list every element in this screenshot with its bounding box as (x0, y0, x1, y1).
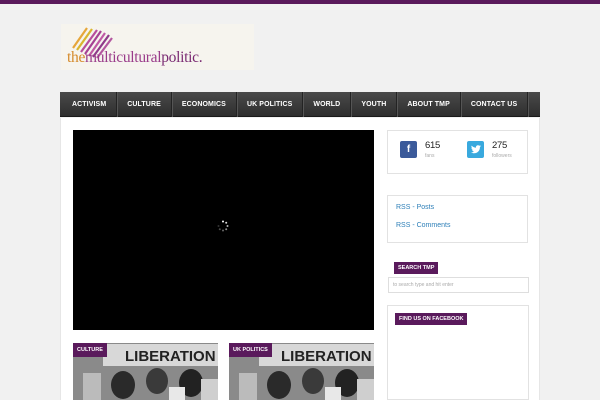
post-category-badge[interactable]: CULTURE (73, 343, 107, 357)
social-counters: f 615 fans 275 followers (387, 130, 528, 174)
twitter-bird-icon (470, 145, 481, 154)
nav-item-world[interactable]: WORLD (303, 91, 352, 117)
twitter-label: followers (492, 153, 512, 159)
main-nav: ACTIVISM CULTURE ECONOMICS UK POLITICS W… (60, 91, 540, 117)
nav-item-activism[interactable]: ACTIVISM (60, 91, 118, 117)
nav-item-culture[interactable]: CULTURE (117, 91, 172, 117)
nav-item-contact-us[interactable]: CONTACT US (461, 91, 529, 117)
loading-spinner-icon (217, 220, 229, 232)
twitter-icon[interactable] (467, 141, 484, 158)
post-card[interactable]: LIBERATION CULTURE (73, 343, 218, 400)
facebook-label: fans (425, 153, 435, 159)
post-image-banner-text: LIBERATION (125, 348, 216, 365)
post-category-badge[interactable]: UK POLITICS (229, 343, 272, 357)
video-player[interactable] (73, 130, 374, 330)
post-image-banner-text: LIBERATION (281, 348, 372, 365)
top-accent-bar (0, 0, 600, 4)
rss-widget: RSS - Posts RSS - Comments (387, 195, 528, 243)
logo-text-politic: politic. (161, 49, 203, 66)
search-widget-title: SEARCH TMP (394, 262, 439, 274)
facebook-count: 615 (425, 140, 440, 151)
search-input[interactable] (388, 277, 529, 293)
facebook-widget-title: FIND US ON FACEBOOK (395, 313, 468, 325)
nav-item-youth[interactable]: YOUTH (351, 91, 398, 117)
nav-item-economics[interactable]: ECONOMICS (172, 91, 237, 117)
nav-item-about-tmp[interactable]: ABOUT TMP (397, 91, 461, 117)
facebook-icon[interactable]: f (400, 141, 417, 158)
logo-text: themulticulturalpolitic. (67, 49, 203, 67)
logo-text-multicultural: multicultural (85, 49, 162, 66)
logo-text-the: the (67, 49, 86, 66)
post-card[interactable]: LIBERATION UK POLITICS (229, 343, 374, 400)
rss-posts-link[interactable]: RSS - Posts (396, 204, 434, 211)
nav-item-uk-politics[interactable]: UK POLITICS (237, 91, 304, 117)
site-logo[interactable]: themulticulturalpolitic. (61, 24, 254, 70)
rss-comments-link[interactable]: RSS - Comments (396, 222, 450, 229)
twitter-count: 275 (492, 140, 507, 151)
